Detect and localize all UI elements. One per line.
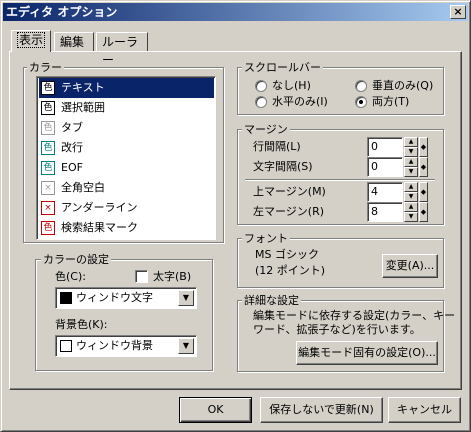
color-icon: 色	[41, 81, 55, 95]
bg-color-label: 背景色(K):	[55, 318, 108, 331]
fg-color-label: 色(C):	[55, 270, 86, 283]
color-icon: 色	[41, 221, 55, 235]
list-item-text[interactable]: 色テキスト	[39, 78, 214, 98]
color-settings-label: カラーの設定	[41, 253, 111, 266]
list-item-label: 検索結果マーク	[61, 221, 138, 234]
color-icon: 色	[41, 101, 55, 115]
top-margin-extra-button[interactable]: ◆	[419, 182, 428, 202]
spin-up-icon[interactable]: ▲	[404, 137, 418, 147]
list-item-label: アンダーライン	[61, 201, 138, 214]
radio-both[interactable]	[355, 96, 367, 108]
fg-color-value: ウィンドウ文字	[76, 291, 153, 304]
spin-down-icon[interactable]: ▼	[404, 147, 418, 157]
font-name: MS ゴシック	[255, 248, 319, 261]
font-change-button[interactable]: 変更(A)...	[382, 254, 438, 278]
fg-swatch	[60, 292, 72, 304]
list-item-label: 全角空白	[61, 181, 105, 194]
left-margin-spinner[interactable]: ▲ ▼	[404, 202, 418, 222]
line-spacing-spinner[interactable]: ▲ ▼	[404, 137, 418, 157]
radio-none[interactable]	[255, 80, 267, 92]
left-margin-input[interactable]: 8	[367, 202, 403, 222]
char-spacing-extra-button[interactable]: ◆	[419, 157, 428, 177]
chevron-down-icon[interactable]: ▼	[178, 338, 194, 354]
list-item-label: 選択範囲	[61, 101, 105, 114]
radio-both-label: 両方(T)	[372, 95, 410, 108]
radio-vertical-label: 垂直のみ(Q)	[372, 79, 434, 92]
bg-color-value: ウィンドウ背景	[76, 339, 153, 352]
spin-up-icon[interactable]: ▲	[404, 182, 418, 192]
close-button[interactable]: ×	[450, 5, 466, 19]
close-icon: ×	[453, 5, 463, 18]
cross-icon: ×	[41, 181, 55, 195]
char-spacing-spinner[interactable]: ▲ ▼	[404, 157, 418, 177]
cancel-button[interactable]: キャンセル	[388, 397, 461, 423]
list-item-label: 改行	[61, 141, 83, 154]
left-margin-label: 左マージン(R)	[253, 205, 325, 218]
list-item-label: タブ	[61, 121, 83, 134]
font-size: (12 ポイント)	[255, 264, 326, 277]
title-bar[interactable]: エディタ オプション	[3, 3, 468, 21]
radio-horizontal-label: 水平のみ(I)	[272, 95, 328, 108]
font-group-label: フォント	[242, 232, 290, 245]
bold-checkbox[interactable]	[135, 270, 148, 283]
radio-none-label: なし(H)	[272, 79, 311, 92]
list-item-fullwidth-space[interactable]: × 全角空白	[39, 178, 216, 198]
color-group-label: カラー	[27, 61, 64, 74]
bold-label: 太字(B)	[153, 270, 192, 283]
margin-divider	[245, 179, 435, 181]
margin-group-label: マージン	[242, 123, 290, 136]
spin-down-icon[interactable]: ▼	[404, 212, 418, 222]
color-icon: 色	[41, 121, 55, 135]
list-item-search-mark[interactable]: 色検索結果マーク	[39, 218, 216, 238]
window-title: エディタ オプション	[6, 5, 118, 19]
list-item-selection[interactable]: 色選択範囲	[39, 98, 216, 118]
line-spacing-extra-button[interactable]: ◆	[419, 137, 428, 157]
list-item-label: EOF	[61, 161, 83, 174]
spin-up-icon[interactable]: ▲	[404, 157, 418, 167]
bg-color-select[interactable]: ウィンドウ背景 ▼	[55, 335, 197, 357]
ok-button[interactable]: OK	[179, 397, 252, 423]
advanced-description-line2: ワード、拡張子など)を行います。	[253, 323, 421, 336]
advanced-group-label: 詳細な設定	[242, 294, 301, 307]
bg-swatch	[60, 340, 72, 352]
scrollbar-group-label: スクロールバー	[242, 61, 323, 74]
chevron-down-icon[interactable]: ▼	[178, 290, 194, 306]
list-item-eof[interactable]: 色 EOF	[39, 158, 216, 178]
tab-display[interactable]: 表示	[11, 30, 51, 52]
spin-up-icon[interactable]: ▲	[404, 202, 418, 212]
tab-edit[interactable]: 編集	[54, 32, 94, 52]
top-margin-input[interactable]: 4	[367, 182, 403, 202]
color-icon: 色	[41, 141, 55, 155]
list-item-label: テキスト	[61, 81, 105, 94]
line-spacing-label: 行間隔(L)	[253, 140, 301, 153]
top-margin-spinner[interactable]: ▲ ▼	[404, 182, 418, 202]
spin-down-icon[interactable]: ▼	[404, 192, 418, 202]
tab-edit-label: 編集	[60, 35, 85, 49]
char-spacing-label: 文字間隔(S)	[253, 160, 313, 173]
color-icon: 色	[41, 161, 55, 175]
cross-icon: ×	[41, 201, 55, 215]
radio-horizontal[interactable]	[255, 96, 267, 108]
tab-display-label: 表示	[17, 32, 46, 48]
top-margin-label: 上マージン(M)	[253, 185, 326, 198]
list-item-tab[interactable]: 色タブ	[39, 118, 216, 138]
advanced-description-line1: 編集モードに依存する設定(カラー、キー	[253, 309, 456, 322]
list-item-underline[interactable]: × アンダーライン	[39, 198, 216, 218]
list-item-eol[interactable]: 色改行	[39, 138, 216, 158]
update-without-save-button[interactable]: 保存しないで更新(N)	[260, 397, 383, 423]
spin-down-icon[interactable]: ▼	[404, 167, 418, 177]
radio-vertical[interactable]	[355, 80, 367, 92]
left-margin-extra-button[interactable]: ◆	[419, 202, 428, 222]
fg-color-select[interactable]: ウィンドウ文字 ▼	[55, 287, 197, 309]
mode-settings-button[interactable]: 編集モード固有の設定(O)...	[296, 341, 438, 365]
tab-ruler[interactable]: ルーラー	[96, 32, 148, 67]
line-spacing-input[interactable]: 0	[367, 137, 403, 157]
char-spacing-input[interactable]: 0	[367, 157, 403, 177]
